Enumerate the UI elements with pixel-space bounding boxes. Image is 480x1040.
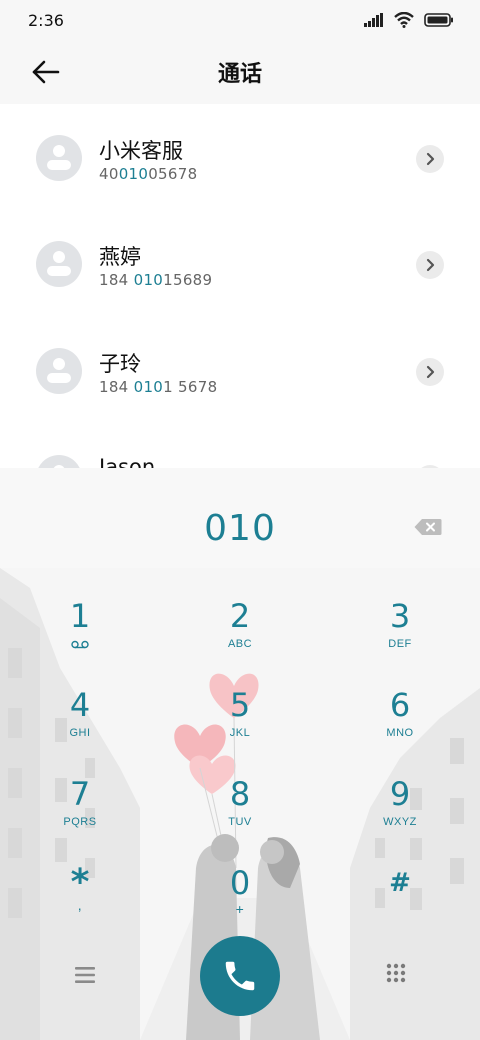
back-arrow-icon[interactable] — [30, 58, 62, 86]
key-letters: , — [77, 897, 83, 913]
key-digit: 6 — [389, 686, 411, 724]
keypad-icon[interactable] — [385, 962, 407, 984]
backspace-icon[interactable] — [414, 518, 442, 536]
voicemail-icon — [71, 640, 89, 649]
avatar — [36, 135, 82, 181]
key-digit: 9 — [389, 775, 411, 813]
avatar — [36, 241, 82, 287]
contact-number: 4001005678 — [99, 165, 198, 183]
key-digit: 0 — [229, 864, 251, 902]
dial-key-3[interactable]: 3 DEF — [340, 596, 460, 676]
dialpad-panel: 010 1 2 ABC 3 DEF 4 GHI 5 JKL 6 MNO 7 PQ… — [0, 468, 480, 1040]
dial-key-7[interactable]: 7 PQRS — [20, 774, 140, 854]
contact-number: 184 0101 5678 — [99, 378, 218, 396]
key-letters: DEF — [388, 638, 412, 650]
signal-icon — [364, 13, 383, 27]
call-button[interactable] — [200, 936, 280, 1016]
contact-row[interactable]: 小米客服 4001005678 — [0, 104, 480, 210]
key-letters: GHI — [69, 727, 91, 739]
key-letters: MNO — [386, 727, 414, 739]
key-digit: # — [389, 868, 411, 898]
status-time: 2:36 — [28, 10, 64, 30]
dialed-number-bar: 010 — [0, 468, 480, 568]
status-icons — [364, 12, 454, 28]
key-letters: ABC — [227, 638, 253, 650]
page-title: 通话 — [217, 62, 262, 87]
key-digit: 5 — [229, 686, 251, 724]
contact-row[interactable]: 燕婷 184 01015689 — [0, 210, 480, 316]
dial-key-2[interactable]: 2 ABC — [180, 596, 300, 676]
dial-key-8[interactable]: 8 TUV — [180, 774, 300, 854]
key-letters: PQRS — [63, 816, 97, 828]
key-digit: 4 — [69, 686, 91, 724]
key-digit: 2 — [229, 597, 251, 635]
contact-name: Jason — [99, 455, 156, 468]
dial-key-5[interactable]: 5 JKL — [180, 685, 300, 765]
key-letters: WXYZ — [383, 816, 417, 828]
key-digit: 8 — [229, 775, 251, 813]
contact-row[interactable]: Jason — [0, 424, 480, 468]
key-digit: 3 — [389, 597, 411, 635]
dialed-number: 010 — [204, 508, 276, 549]
chevron-right-icon[interactable] — [416, 251, 444, 279]
contact-list: 小米客服 4001005678 燕婷 184 01015689 子玲 184 0… — [0, 104, 480, 468]
contact-name: 燕婷 — [99, 245, 141, 269]
dial-key-star[interactable]: * , — [20, 863, 140, 943]
key-letters: + — [235, 901, 245, 917]
status-bar: 2:36 — [0, 0, 480, 40]
dial-key-hash[interactable]: # — [340, 863, 460, 943]
avatar — [36, 455, 82, 468]
chevron-right-icon[interactable] — [416, 358, 444, 386]
contact-row[interactable]: 子玲 184 0101 5678 — [0, 317, 480, 423]
menu-icon[interactable] — [74, 966, 96, 984]
dial-key-4[interactable]: 4 GHI — [20, 685, 140, 765]
dial-key-1[interactable]: 1 — [20, 596, 140, 676]
contact-number: 184 01015689 — [99, 271, 213, 289]
dial-key-6[interactable]: 6 MNO — [340, 685, 460, 765]
header: 通话 — [0, 40, 480, 104]
phone-icon — [225, 961, 255, 991]
key-letters: TUV — [228, 816, 252, 828]
avatar — [36, 348, 82, 394]
contact-name: 小米客服 — [99, 139, 183, 163]
key-digit: 1 — [69, 597, 91, 635]
key-letters: JKL — [229, 727, 251, 739]
battery-icon — [424, 13, 453, 27]
dial-key-9[interactable]: 9 WXYZ — [340, 774, 460, 854]
contact-name: 子玲 — [99, 352, 141, 376]
key-digit: 7 — [69, 775, 91, 813]
wifi-icon — [394, 12, 414, 28]
dial-key-0[interactable]: 0 + — [180, 863, 300, 943]
chevron-right-icon[interactable] — [416, 145, 444, 173]
